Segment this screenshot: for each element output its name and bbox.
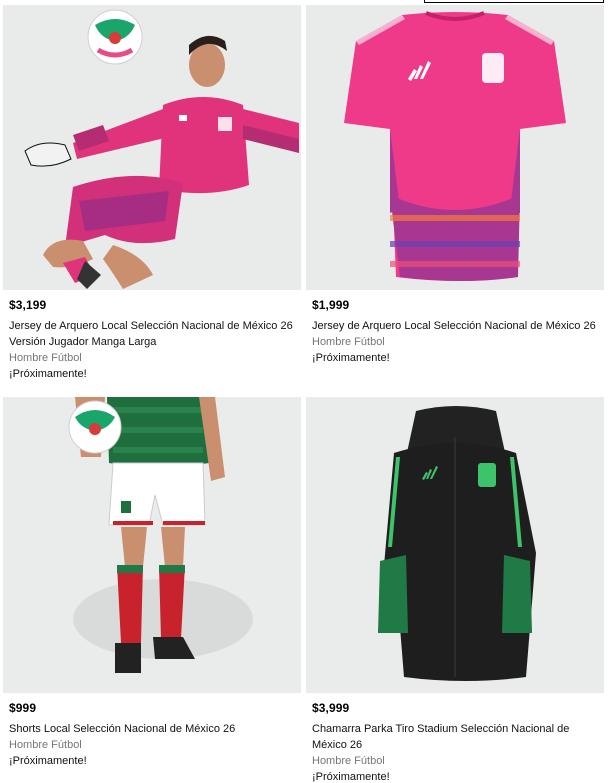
product-name[interactable]: Shorts Local Selección Nacional de Méxic… bbox=[9, 721, 295, 737]
product-status: ¡Próximamente! bbox=[9, 755, 87, 767]
product-price: $999 bbox=[9, 701, 37, 715]
product-image[interactable] bbox=[306, 397, 604, 693]
product-name[interactable]: Jersey de Arquero Local Selección Nacion… bbox=[312, 318, 598, 334]
product-price: $3,999 bbox=[312, 701, 350, 715]
product-card-goalkeeper-long-sleeve[interactable]: $3,199 Jersey de Arquero Local Selección… bbox=[3, 5, 301, 382]
product-image[interactable] bbox=[306, 5, 604, 290]
product-category: Hombre Fútbol bbox=[312, 336, 385, 348]
product-image[interactable] bbox=[3, 397, 301, 693]
product-name[interactable]: Jersey de Arquero Local Selección Nacion… bbox=[9, 318, 295, 350]
product-category: Hombre Fútbol bbox=[9, 739, 82, 751]
search-box-edge[interactable] bbox=[424, 0, 604, 3]
product-category: Hombre Fútbol bbox=[312, 755, 385, 767]
product-price: $1,999 bbox=[312, 298, 350, 312]
product-price: $3,199 bbox=[9, 298, 47, 312]
pink-goalkeeper-jersey-icon bbox=[306, 5, 604, 290]
product-status: ¡Próximamente! bbox=[9, 368, 87, 380]
product-status: ¡Próximamente! bbox=[312, 771, 390, 783]
product-card-home-shorts[interactable]: $999 Shorts Local Selección Nacional de … bbox=[3, 397, 301, 769]
white-shorts-on-model-icon bbox=[3, 397, 301, 693]
black-parka-jacket-icon bbox=[306, 397, 604, 693]
goalkeeper-player-photo-icon bbox=[3, 5, 301, 290]
product-status: ¡Próximamente! bbox=[312, 352, 390, 364]
product-image[interactable] bbox=[3, 5, 301, 290]
product-category: Hombre Fútbol bbox=[9, 352, 82, 364]
product-card-goalkeeper-jersey[interactable]: $1,999 Jersey de Arquero Local Selección… bbox=[306, 5, 604, 366]
product-card-parka-jacket[interactable]: $3,999 Chamarra Parka Tiro Stadium Selec… bbox=[306, 397, 604, 783]
product-name[interactable]: Chamarra Parka Tiro Stadium Selección Na… bbox=[312, 721, 598, 753]
